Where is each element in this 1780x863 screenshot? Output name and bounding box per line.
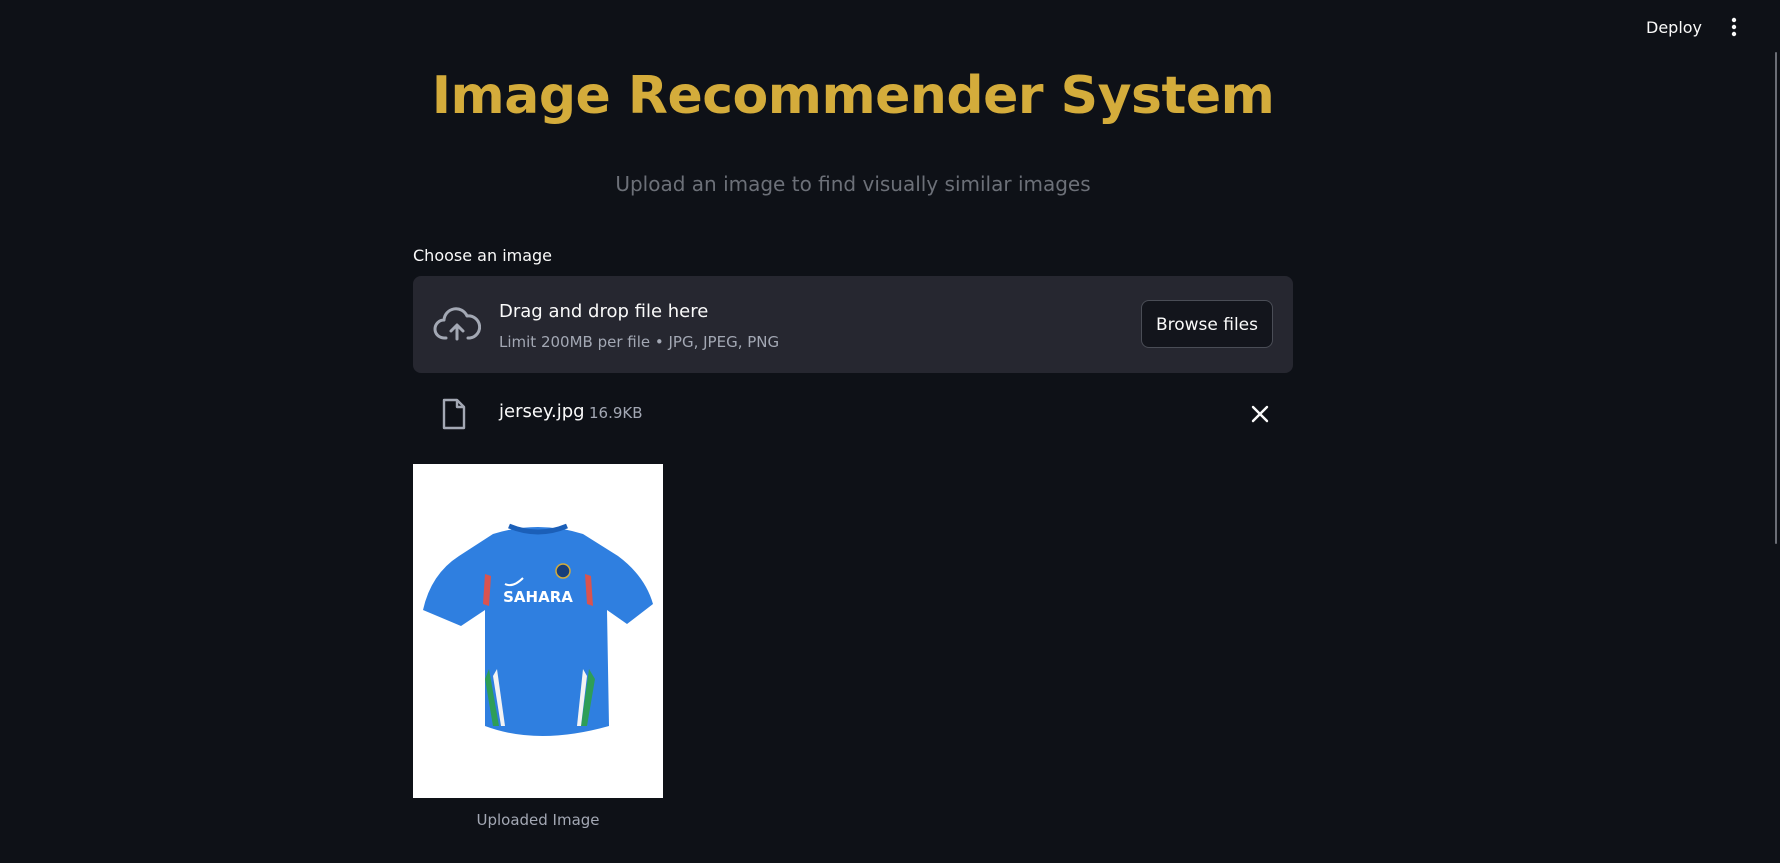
browse-files-button[interactable]: Browse files xyxy=(1140,300,1273,348)
dropzone-limit-text: Limit 200MB per file • JPG, JPEG, PNG xyxy=(499,333,780,351)
jersey-image: SAHARA xyxy=(413,464,663,798)
dropzone-title: Drag and drop file here xyxy=(499,301,709,322)
file-icon xyxy=(442,398,466,430)
uploaded-file-size: 16.9KB xyxy=(589,404,643,422)
image-caption: Uploaded Image xyxy=(476,811,600,829)
app-root: Deploy Image Recommender System Upload a… xyxy=(0,0,1780,863)
uploader-label: Choose an image xyxy=(413,246,553,265)
scrollbar[interactable] xyxy=(1775,52,1777,544)
cloud-upload-icon xyxy=(433,307,481,341)
file-dropzone[interactable]: Drag and drop file here Limit 200MB per … xyxy=(413,276,1293,373)
deploy-button[interactable]: Deploy xyxy=(1640,14,1708,41)
kebab-menu-icon[interactable] xyxy=(1722,16,1746,38)
jersey-sponsor-text: SAHARA xyxy=(503,588,573,606)
uploaded-file-row: jersey.jpg 16.9KB xyxy=(413,392,1293,436)
close-icon[interactable] xyxy=(1248,402,1272,426)
uploaded-file-name: jersey.jpg xyxy=(499,401,585,422)
page-subtitle: Upload an image to find visually similar… xyxy=(615,172,1091,196)
uploaded-image-preview: SAHARA xyxy=(413,464,663,798)
page-title: Image Recommender System xyxy=(431,66,1275,126)
